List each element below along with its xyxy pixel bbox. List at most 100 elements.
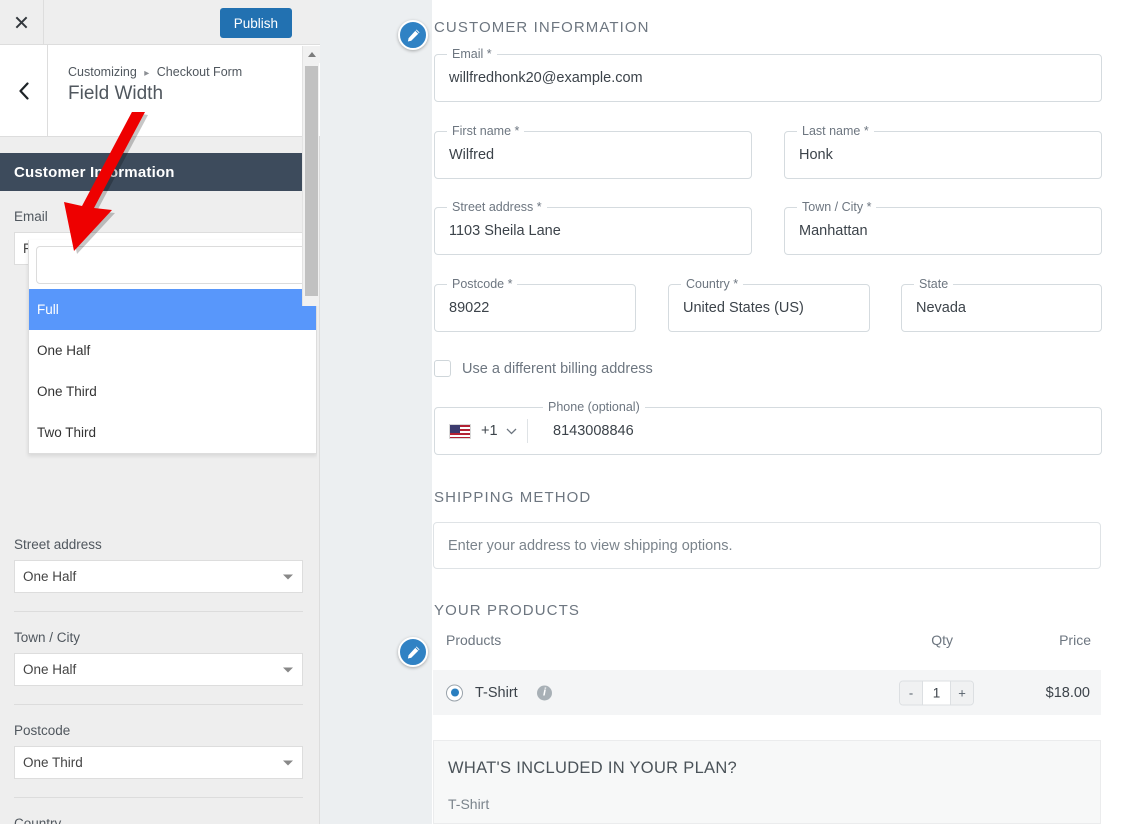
search-input[interactable]	[36, 246, 309, 284]
quantity-input[interactable]: 1	[922, 681, 951, 704]
us-flag-icon	[449, 423, 471, 439]
last-name-field-value: Honk	[799, 147, 833, 163]
checkbox-use-different-billing-address[interactable]	[434, 360, 451, 377]
street-address-field[interactable]: Street address * 1103 Sheila Lane	[434, 200, 752, 255]
dropdown-option-full[interactable]: Full	[29, 289, 316, 330]
heading-shipping-method: SHIPPING METHOD	[434, 489, 592, 506]
customizer-controls-list: Email Full Full One Half	[0, 191, 317, 824]
dropdown-option-one-half[interactable]: One Half	[29, 330, 316, 371]
email-field-label: Email *	[447, 47, 497, 61]
breadcrumb-current[interactable]: Checkout Form	[157, 65, 242, 79]
town-city-field-label: Town / City *	[797, 200, 877, 214]
heading-customer-information: CUSTOMER INFORMATION	[434, 19, 650, 36]
dropdown-option-one-third[interactable]: One Third	[29, 371, 316, 412]
control-label-street-address: Street address	[14, 537, 102, 552]
radio-product-tshirt[interactable]	[446, 684, 463, 701]
scrollbar[interactable]	[302, 46, 320, 306]
email-field-value: willfredhonk20@example.com	[449, 70, 643, 86]
control-label-email: Email	[14, 209, 48, 224]
control-country-field-width: Country One Third	[14, 798, 303, 824]
billing-address-checkbox-row[interactable]: Use a different billing address	[434, 360, 653, 377]
phone-country-selector[interactable]: +1	[449, 419, 528, 443]
pencil-edit-icon-customer-information[interactable]	[398, 20, 428, 50]
products-table-header: Products Qty Price	[433, 632, 1101, 656]
chevron-down-icon	[283, 574, 293, 579]
town-city-field[interactable]: Town / City * Manhattan	[784, 200, 1102, 255]
column-header-products: Products	[446, 632, 502, 648]
state-field-value: Nevada	[916, 300, 966, 316]
email-field[interactable]: Email * willfredhonk20@example.com	[434, 47, 1102, 102]
quantity-stepper[interactable]: - 1 +	[899, 680, 974, 705]
chevron-down-icon	[283, 760, 293, 765]
town-city-field-value: Manhattan	[799, 223, 868, 239]
state-field-label: State	[914, 277, 954, 291]
plan-summary-box: WHAT'S INCLUDED IN YOUR PLAN? T-Shirt	[433, 740, 1101, 824]
select-postcode-width[interactable]: One Third	[14, 746, 303, 779]
customizer-panel: Publish Customizing ▸ Checkout Form Fiel…	[0, 0, 320, 824]
info-icon[interactable]: i	[537, 685, 552, 700]
section-title-customer-information[interactable]: Customer Information	[0, 153, 317, 191]
quantity-increment-button[interactable]: +	[951, 681, 973, 704]
phone-field[interactable]: Phone (optional) +1 8143008846	[434, 400, 1102, 455]
list-item: T-Shirt	[448, 796, 490, 812]
select-street-address-width[interactable]: One Half	[14, 560, 303, 593]
billing-address-checkbox-label: Use a different billing address	[462, 360, 653, 377]
country-field-value: United States (US)	[683, 300, 804, 316]
street-address-field-label: Street address *	[447, 200, 547, 214]
column-header-price: Price	[1059, 632, 1091, 648]
last-name-field-label: Last name *	[797, 124, 874, 138]
dropdown-search-wrap	[29, 240, 316, 289]
postcode-field-label: Postcode *	[447, 277, 518, 291]
street-address-field-value: 1103 Sheila Lane	[449, 223, 561, 239]
product-name: T-Shirt	[475, 684, 518, 701]
customizer-screen: Publish Customizing ▸ Checkout Form Fiel…	[0, 0, 1142, 824]
publish-button[interactable]: Publish	[219, 8, 292, 38]
select-town-city-width-value: One Half	[23, 662, 77, 677]
plan-summary-heading: WHAT'S INCLUDED IN YOUR PLAN?	[448, 759, 738, 777]
scroll-up-arrow-icon[interactable]	[303, 46, 320, 63]
dropdown-menu-email-width: Full One Half One Third Two Third	[28, 240, 317, 454]
table-row[interactable]: T-Shirt i - 1 + $18.00	[433, 670, 1101, 715]
customizer-section-header: Customizing ▸ Checkout Form Field Width	[0, 45, 320, 137]
control-email-field-width: Email Full Full One Half	[14, 191, 317, 454]
country-field[interactable]: Country * United States (US)	[668, 277, 870, 332]
back-button[interactable]	[0, 45, 48, 136]
country-field-label: Country *	[681, 277, 744, 291]
quantity-decrement-button[interactable]: -	[900, 681, 922, 704]
dropdown-option-label: Two Third	[37, 425, 97, 440]
first-name-field[interactable]: First name * Wilfred	[434, 124, 752, 179]
control-street-address-field-width: Street address One Half	[14, 519, 303, 612]
select-town-city-width[interactable]: One Half	[14, 653, 303, 686]
control-label-country: Country	[14, 816, 62, 824]
postcode-field-value: 89022	[449, 300, 490, 316]
close-icon[interactable]	[0, 0, 44, 44]
first-name-field-value: Wilfred	[449, 147, 495, 163]
postcode-field[interactable]: Postcode * 89022	[434, 277, 636, 332]
column-header-qty: Qty	[931, 632, 953, 648]
divider	[526, 419, 528, 443]
preview-gutter	[320, 0, 432, 824]
chevron-down-icon	[506, 428, 517, 434]
last-name-field[interactable]: Last name * Honk	[784, 124, 1102, 179]
phone-dial-code: +1	[481, 423, 498, 439]
dropdown-option-label: One Third	[37, 384, 97, 399]
heading-your-products: YOUR PRODUCTS	[434, 602, 580, 619]
pencil-edit-icon-your-products[interactable]	[398, 637, 428, 667]
scrollbar-thumb[interactable]	[305, 66, 318, 296]
dropdown-option-two-third[interactable]: Two Third	[29, 412, 316, 453]
control-label-postcode: Postcode	[14, 723, 71, 738]
breadcrumb-root[interactable]: Customizing	[68, 65, 137, 79]
select-postcode-width-value: One Third	[23, 755, 83, 770]
customizer-topbar: Publish	[0, 0, 320, 45]
phone-field-label: Phone (optional)	[543, 400, 645, 414]
page-title: Field Width	[68, 83, 164, 104]
control-postcode-field-width: Postcode One Third	[14, 705, 303, 798]
first-name-field-label: First name *	[447, 124, 525, 138]
control-label-town-city: Town / City	[14, 630, 81, 645]
breadcrumb: Customizing ▸ Checkout Form	[68, 65, 242, 79]
dropdown-option-label: Full	[37, 302, 59, 317]
shipping-options-empty-message: Enter your address to view shipping opti…	[433, 522, 1101, 569]
state-field[interactable]: State Nevada	[901, 277, 1102, 332]
dropdown-option-label: One Half	[37, 343, 91, 358]
breadcrumb-separator-icon: ▸	[144, 68, 150, 79]
